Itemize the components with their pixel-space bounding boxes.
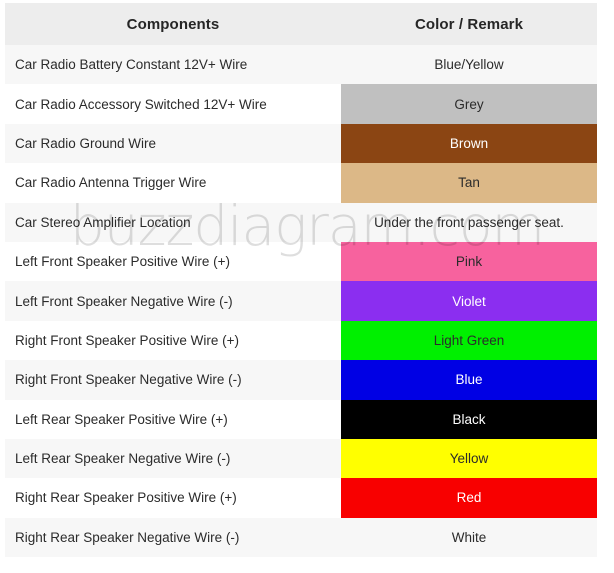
- color-remark-cell: Under the front passenger seat.: [341, 202, 597, 242]
- component-cell: Left Front Speaker Negative Wire (-): [5, 281, 341, 321]
- component-cell: Car Radio Battery Constant 12V+ Wire: [5, 45, 341, 85]
- color-remark-cell: Pink: [341, 241, 597, 282]
- color-remark-cell: Light Green: [341, 320, 597, 361]
- color-remark-cell: Black: [341, 399, 597, 439]
- color-remark-cell: Violet: [341, 281, 597, 321]
- color-remark-cell: Grey: [341, 84, 597, 124]
- table-row: Right Front Speaker Negative Wire (-) Blu…: [5, 360, 597, 400]
- component-cell: Right Front Speaker Positive Wire (+): [5, 320, 341, 361]
- color-remark-cell: White: [341, 517, 597, 558]
- table-row: Car Radio Antenna Trigger Wire Tan: [5, 163, 597, 203]
- component-cell: Left Rear Speaker Negative Wire (-): [5, 438, 341, 479]
- table-row: Left Front Speaker Positive Wire (+) Pink: [5, 241, 597, 282]
- table-row: Car Radio Accessory Switched 12V+ Wire Gr…: [5, 84, 597, 124]
- component-cell: Left Rear Speaker Positive Wire (+): [5, 399, 341, 439]
- table-body: Car Radio Battery Constant 12V+ Wire Blue…: [5, 45, 597, 558]
- color-remark-cell: Brown: [341, 123, 597, 164]
- table-row: Left Rear Speaker Positive Wire (+) Black: [5, 399, 597, 439]
- component-cell: Car Radio Accessory Switched 12V+ Wire: [5, 84, 341, 124]
- wiring-color-table: Components Color / Remark Car Radio Batt…: [5, 3, 597, 558]
- table-row: Car Stereo Amplifier Location Under the f…: [5, 202, 597, 242]
- component-cell: Car Radio Ground Wire: [5, 123, 341, 164]
- color-remark-cell: Blue/Yellow: [341, 45, 597, 85]
- color-remark-cell: Yellow: [341, 438, 597, 479]
- header-row: Components Color / Remark: [5, 3, 597, 45]
- wiring-color-table-container: Components Color / Remark Car Radio Batt…: [5, 3, 597, 559]
- table-row: Right Rear Speaker Positive Wire (+) Red: [5, 478, 597, 518]
- table-row: Right Front Speaker Positive Wire (+) Lig…: [5, 320, 597, 361]
- table-row: Right Rear Speaker Negative Wire (-) Whit…: [5, 517, 597, 558]
- table-row: Left Front Speaker Negative Wire (-) Viol…: [5, 281, 597, 321]
- table-header: Components Color / Remark: [5, 3, 597, 45]
- component-cell: Left Front Speaker Positive Wire (+): [5, 241, 341, 282]
- component-cell: Right Rear Speaker Negative Wire (-): [5, 517, 341, 558]
- component-cell: Car Stereo Amplifier Location: [5, 202, 341, 242]
- component-cell: Right Front Speaker Negative Wire (-): [5, 360, 341, 400]
- color-remark-cell: Blue: [341, 360, 597, 400]
- component-cell: Right Rear Speaker Positive Wire (+): [5, 478, 341, 518]
- color-remark-cell: Red: [341, 478, 597, 518]
- table-row: Car Radio Ground Wire Brown: [5, 123, 597, 164]
- color-remark-cell: Tan: [341, 163, 597, 203]
- table-row: Left Rear Speaker Negative Wire (-) Yello…: [5, 438, 597, 479]
- column-header-components: Components: [126, 15, 220, 33]
- column-header-color-remark: Color / Remark: [414, 15, 524, 33]
- table-row: Car Radio Battery Constant 12V+ Wire Blue…: [5, 45, 597, 85]
- component-cell: Car Radio Antenna Trigger Wire: [5, 163, 341, 203]
